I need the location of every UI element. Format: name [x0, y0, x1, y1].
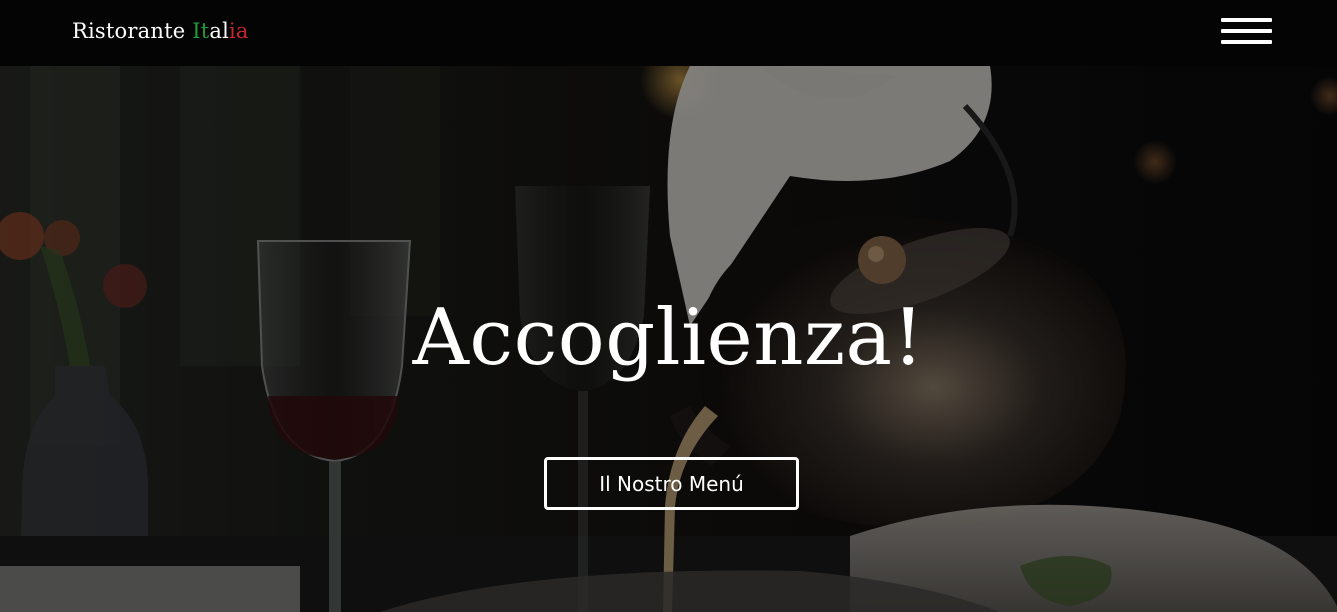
hero-section: Accoglienza! Il Nostro Menú	[0, 66, 1337, 612]
navbar: Ristorante Italia	[0, 0, 1337, 66]
brand-text-ristorante: Ristorante	[72, 19, 193, 43]
hamburger-menu-icon[interactable]	[1221, 18, 1272, 45]
hamburger-bar	[1221, 18, 1272, 22]
hamburger-bar	[1221, 29, 1272, 33]
brand-text-white: al	[209, 19, 229, 43]
brand-logo[interactable]: Ristorante Italia	[72, 16, 249, 46]
hero-content: Accoglienza! Il Nostro Menú	[0, 66, 1337, 612]
our-menu-button[interactable]: Il Nostro Menú	[544, 457, 799, 510]
brand-text-red: ia	[229, 19, 249, 43]
brand-text-green: It	[192, 19, 210, 43]
hero-title: Accoglienza!	[412, 293, 925, 383]
hamburger-bar	[1221, 40, 1272, 44]
